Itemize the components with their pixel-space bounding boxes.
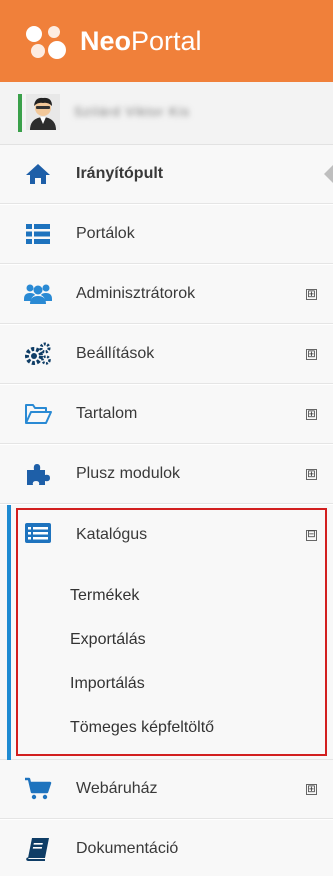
cogs-icon [24,341,52,367]
list-alt-icon [24,521,52,547]
sidebar-item-label: Webáruház [76,780,158,797]
expand-icon[interactable]: ⊞ [306,469,317,480]
sidebar-item-label: Beállítások [76,345,155,362]
expand-icon[interactable]: ⊞ [306,784,317,795]
expand-icon[interactable]: ⊞ [306,349,317,360]
home-icon [24,161,52,187]
cart-icon [24,776,52,802]
collapse-icon[interactable]: ⊟ [306,530,317,541]
submenu-item-bulk-image-upload[interactable]: Tömeges képfeltöltő [70,719,214,737]
sidebar-item-label: Dokumentáció [76,840,179,857]
folder-open-icon [24,401,52,427]
brand-header[interactable]: NeoPortal [0,0,333,82]
user-name: Szilárd Viktor Kis [74,104,191,119]
active-bar [7,505,11,760]
sidebar-item-content[interactable]: Tartalom ⊞ [0,385,333,444]
sidebar-item-docs[interactable]: Dokumentáció [0,820,333,876]
list-icon [24,221,52,247]
sidebar-item-shop[interactable]: Webáruház ⊞ [0,760,333,819]
puzzle-icon [24,461,52,487]
sidebar-item-admins[interactable]: Adminisztrátorok ⊞ [0,265,333,324]
sidebar-item-portals[interactable]: Portálok [0,205,333,264]
logo-icon [26,26,66,59]
sidebar-item-settings[interactable]: Beállítások ⊞ [0,325,333,384]
online-indicator [18,94,22,132]
sidebar-item-catalog[interactable]: Katalógus ⊟ Termékek Exportálás Importál… [0,505,333,760]
brand-name: NeoPortal [80,26,202,56]
sidebar-item-label: Plusz modulok [76,465,181,482]
sidebar-item-label: Portálok [76,225,135,242]
sidebar-item-modules[interactable]: Plusz modulok ⊞ [0,445,333,504]
submenu-item-import[interactable]: Importálás [70,675,145,693]
user-panel[interactable]: Szilárd Viktor Kis [0,82,333,145]
sidebar-item-label: Adminisztrátorok [76,285,196,302]
sidebar-item-label: Tartalom [76,405,138,422]
sidebar-item-label: Katalógus [76,526,148,543]
active-indicator [324,165,333,183]
sidebar-item-dashboard[interactable]: Irányítópult [0,145,333,204]
users-icon [24,281,52,307]
expand-icon[interactable]: ⊞ [306,409,317,420]
submenu-item-products[interactable]: Termékek [70,587,139,605]
expand-icon[interactable]: ⊞ [306,289,317,300]
sidebar-item-label: Irányítópult [76,165,164,182]
avatar[interactable] [26,94,60,130]
book-icon [24,836,52,862]
submenu-item-export[interactable]: Exportálás [70,631,146,649]
